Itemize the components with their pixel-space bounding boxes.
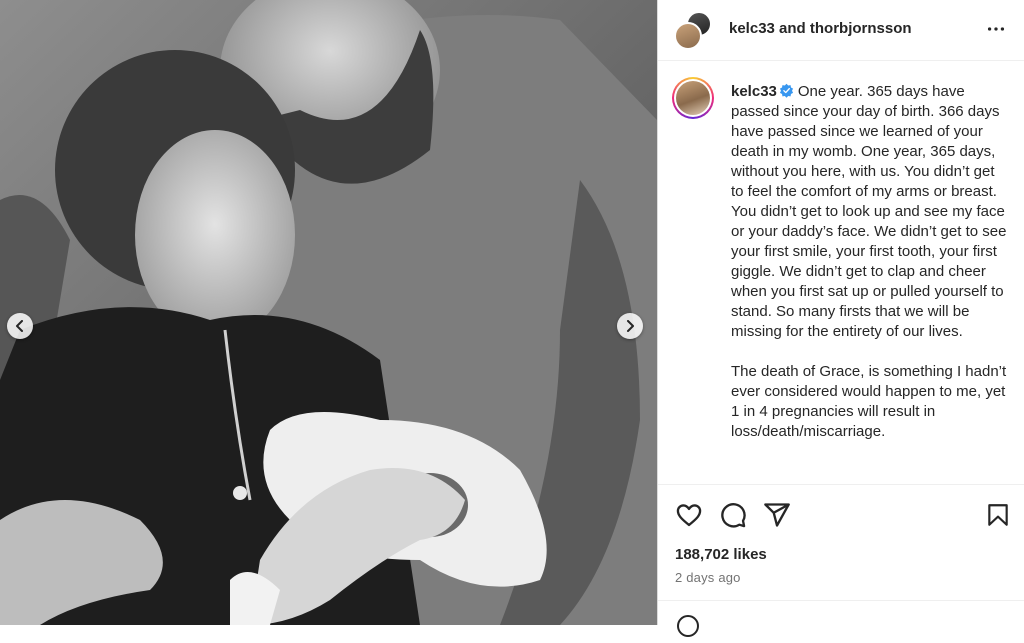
caption-paragraph: One year. 365 days have passed since you… [731, 83, 1007, 340]
carousel-prev-button[interactable] [7, 313, 33, 339]
bookmark-icon [988, 504, 1008, 526]
post-authors[interactable]: kelc33 and thorbjornsson [729, 20, 912, 37]
more-options-button[interactable] [985, 18, 1007, 45]
action-bar [658, 484, 1024, 545]
caption-section: kelc33 One year. 365 days have passed sin… [658, 61, 1024, 483]
caption-paragraph: The death of Grace, is something I hadn’… [731, 363, 1007, 440]
post-side-panel: kelc33 and thorbjornsson kelc33 One year.… [657, 0, 1024, 637]
comment-button[interactable] [719, 501, 747, 534]
comment-icon [721, 503, 746, 528]
verified-badge-icon [779, 83, 793, 98]
caption-username[interactable]: kelc33 [731, 83, 777, 100]
post-header: kelc33 and thorbjornsson [658, 0, 1024, 61]
photo-image [0, 0, 657, 625]
post-photo[interactable] [0, 0, 657, 625]
post-date[interactable]: 2 days ago [675, 570, 741, 585]
avatar [674, 22, 702, 50]
heart-icon [676, 504, 702, 527]
chevron-left-icon [16, 320, 23, 332]
like-count[interactable]: 188,702 likes [675, 546, 767, 563]
collab-avatars[interactable] [674, 11, 712, 50]
share-button[interactable] [763, 501, 791, 534]
divider [658, 600, 1024, 601]
author-avatar[interactable] [672, 77, 714, 119]
like-button[interactable] [675, 501, 703, 534]
save-button[interactable] [985, 501, 1011, 534]
carousel-next-button[interactable] [617, 313, 643, 339]
more-horizontal-icon [987, 27, 1005, 31]
emoji-button[interactable] [676, 614, 700, 643]
caption-text: kelc33 One year. 365 days have passed sin… [731, 82, 1007, 442]
emoji-icon [677, 615, 699, 637]
share-icon [764, 503, 790, 527]
chevron-right-icon [627, 320, 634, 332]
